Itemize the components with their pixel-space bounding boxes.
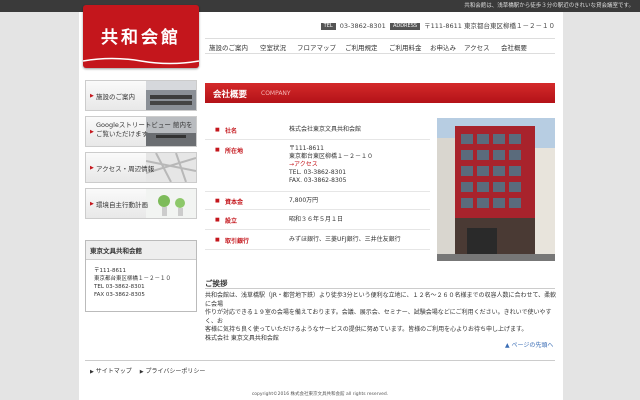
postal-code: 〒111-8611 bbox=[289, 145, 324, 152]
conference-room-image bbox=[146, 81, 196, 110]
page-subtitle: COMPANY bbox=[261, 90, 291, 97]
access-link[interactable]: →アクセス bbox=[289, 161, 373, 169]
content-header: 会社概要 COMPANY bbox=[205, 83, 555, 103]
nav-fees[interactable]: ご利用料金 bbox=[389, 42, 422, 52]
row-value: 〒111-8611 東京都台東区柳橋１－２－１０ →アクセス TEL. 03-3… bbox=[289, 145, 373, 185]
bullet-icon: ■ bbox=[215, 147, 220, 153]
address-line: TEL 03-3862-8301 bbox=[94, 284, 145, 290]
header-tel: 03-3862-8301 bbox=[339, 22, 386, 30]
table-row: ■ 所在地 〒111-8611 東京都台東区柳橋１－２－１０ →アクセス TEL… bbox=[205, 140, 430, 192]
sidebar-label: 環境自主行動計画 bbox=[96, 201, 148, 209]
header-contact: TEL 03-3862-8301 ADDRESS 〒111-8611 東京都台東… bbox=[320, 20, 555, 30]
arrow-icon: ▶ bbox=[90, 129, 94, 135]
divider bbox=[205, 288, 555, 289]
row-key: 設立 bbox=[225, 218, 238, 225]
sidebar-label: アクセス・周辺情報 bbox=[96, 165, 155, 173]
sidebar-label: Googleストリートビュー 館内をご覧いただけます bbox=[96, 121, 193, 138]
table-row: ■ 資本金 7,800万円 bbox=[205, 192, 430, 210]
row-value: 7,800万円 bbox=[289, 197, 319, 204]
table-row: ■ 取引銀行 みずほ銀行、三菱UFJ銀行、三井住友銀行 bbox=[205, 230, 430, 250]
table-row: ■ 設立 昭和３６年５月１日 bbox=[205, 210, 430, 230]
nav-company[interactable]: 会社概要 bbox=[501, 42, 527, 52]
sidebar-address-box: 東京文具共和会館 〒111-8611 東京都台東区柳橋１－２－１０ TEL 03… bbox=[85, 240, 197, 312]
bullet-icon: ■ bbox=[215, 198, 220, 204]
arrow-icon: ▶ bbox=[90, 165, 94, 171]
page-title: 会社概要 bbox=[213, 90, 248, 100]
address-tag: ADDRESS bbox=[389, 23, 421, 30]
nav-availability[interactable]: 空室状況 bbox=[260, 42, 286, 52]
arrow-icon: ▶ bbox=[90, 93, 94, 99]
company-table: ■ 社名 株式会社東京文具共和会館 ■ 所在地 〒111-8611 東京都台東区… bbox=[205, 120, 430, 250]
address-line: 東京都台東区柳橋１－２－１０ bbox=[94, 276, 172, 282]
logo-text: 共和会館 bbox=[101, 28, 181, 48]
tel: TEL. 03-3862-8301 bbox=[289, 169, 347, 176]
address: 東京都台東区柳橋１－２－１０ bbox=[289, 153, 374, 160]
bullet-icon: ■ bbox=[215, 127, 220, 133]
row-key: 所在地 bbox=[225, 148, 244, 155]
row-value: 昭和３６年５月１日 bbox=[289, 216, 344, 223]
arrow-icon: ▶ bbox=[139, 369, 144, 375]
address-line: FAX 03-3862-8305 bbox=[94, 292, 145, 298]
arrow-icon: ▶ bbox=[90, 201, 94, 207]
header-address: 〒111-8611 東京都台東区柳橋１－２－１０ bbox=[424, 22, 555, 30]
bullet-icon: ■ bbox=[215, 217, 220, 223]
page-top-link[interactable]: ▲ ページの先頭へ bbox=[505, 340, 553, 349]
greeting-line: 共和会館は、浅草橋駅（JR・都営地下鉄）より徒歩3分という便利な立地に、１２名～… bbox=[205, 292, 557, 308]
footer-links: ▶ サイトマップ ▶ プライバシーポリシー bbox=[90, 366, 205, 375]
sidebar: ▶ 施設のご案内 ▶ Googleストリートビュー 館内をご覧いただけます ▶ … bbox=[85, 80, 197, 224]
row-key: 取引銀行 bbox=[225, 238, 250, 245]
nav-access[interactable]: アクセス bbox=[464, 42, 490, 52]
sidebar-label: 施設のご案内 bbox=[96, 93, 135, 101]
bullet-icon: ■ bbox=[215, 237, 220, 243]
nav-facility[interactable]: 施設のご案内 bbox=[209, 42, 248, 52]
sidebar-facility-button[interactable]: ▶ 施設のご案内 bbox=[85, 80, 197, 111]
row-value: みずほ銀行、三菱UFJ銀行、三井住友銀行 bbox=[289, 236, 401, 243]
greeting-text: 共和会館は、浅草橋駅（JR・都営地下鉄）より徒歩3分という便利な立地に、１２名～… bbox=[205, 292, 557, 343]
nav-terms[interactable]: ご利用規定 bbox=[345, 42, 378, 52]
address-box-title: 東京文具共和会館 bbox=[86, 241, 196, 260]
row-key: 資本金 bbox=[225, 199, 244, 206]
nav-apply[interactable]: お申込み bbox=[430, 42, 456, 52]
footer-privacy-link[interactable]: プライバシーポリシー bbox=[146, 368, 206, 375]
table-row: ■ 社名 株式会社東京文具共和会館 bbox=[205, 120, 430, 140]
site-logo[interactable]: 共和会館 bbox=[83, 5, 199, 68]
fax: FAX. 03-3862-8305 bbox=[289, 177, 347, 184]
footer-sitemap-link[interactable]: サイトマップ bbox=[96, 368, 132, 375]
row-value: 株式会社東京文具共和会館 bbox=[289, 126, 362, 133]
footer-divider bbox=[85, 360, 555, 361]
copyright: copyright©2016 株式会社東京文具共和会館 all rights r… bbox=[251, 392, 389, 397]
global-nav: 施設のご案内 空室状況 フロアマップ ご利用規定 ご利用料金 お申込み アクセス… bbox=[205, 38, 555, 54]
greeting-line: 客様に気持ち良く使っていただけるようなサービスの提供に努めています。皆様のご利用… bbox=[205, 326, 528, 333]
page-top-label: ページの先頭へ bbox=[511, 342, 554, 349]
logo-wave-icon bbox=[83, 57, 199, 65]
building-photo bbox=[437, 118, 555, 261]
row-key: 社名 bbox=[225, 128, 238, 135]
address-line: 〒111-8611 bbox=[94, 268, 126, 274]
sidebar-streetview-button[interactable]: ▶ Googleストリートビュー 館内をご覧いただけます bbox=[85, 116, 197, 147]
up-arrow-icon: ▲ bbox=[505, 342, 510, 349]
sidebar-access-button[interactable]: ▶ アクセス・周辺情報 bbox=[85, 152, 197, 183]
nav-floor-map[interactable]: フロアマップ bbox=[297, 42, 336, 52]
sidebar-environment-button[interactable]: ▶ 環境自主行動計画 bbox=[85, 188, 197, 219]
tagline: 共和会館は、浅草橋駅から徒歩３分の駅近のきれいな貸会議室です。 bbox=[464, 3, 634, 9]
arrow-icon: ▶ bbox=[90, 369, 94, 375]
plant-image bbox=[146, 189, 196, 218]
tel-tag: TEL bbox=[320, 23, 336, 30]
greeting-line: 作りが対応できる１９室の会場を備えております。会議、展示会、セミナー、試験会場な… bbox=[205, 309, 552, 325]
